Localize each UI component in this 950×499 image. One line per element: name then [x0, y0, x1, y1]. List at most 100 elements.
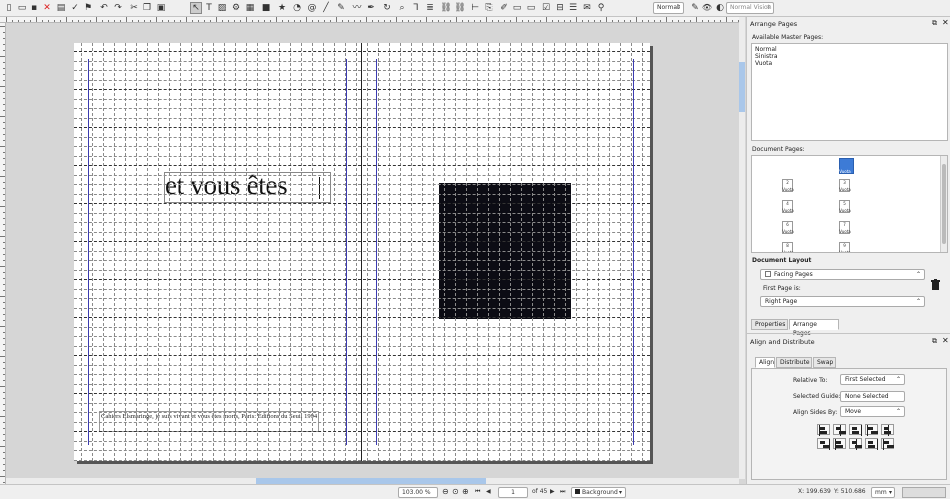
preflight-icon[interactable]: ✓	[69, 2, 81, 14]
pages-scrollbar[interactable]	[940, 156, 947, 252]
open-icon[interactable]: ▭	[16, 2, 28, 14]
pdf-text-annotation-icon[interactable]: ✉	[581, 2, 593, 14]
polygon-icon[interactable]: ★	[276, 2, 288, 14]
float-panel-icon[interactable]: ⧉	[932, 337, 937, 346]
pdf-text-field-icon[interactable]: ▭	[525, 2, 537, 14]
ruler-tick	[558, 20, 559, 22]
align-left-icon[interactable]	[817, 424, 830, 436]
copy-properties-icon[interactable]: ⎘	[483, 2, 495, 14]
relative-to-select[interactable]: First Selected ⌃	[840, 374, 905, 385]
close-icon[interactable]: ✕	[942, 336, 949, 345]
align-top-out-icon[interactable]	[865, 438, 878, 450]
text-frame-icon[interactable]: T	[203, 2, 215, 14]
close-icon[interactable]: ✕	[41, 2, 53, 14]
unlink-frames-icon[interactable]: ⛓	[454, 2, 466, 14]
align-bottom-out-icon[interactable]	[881, 438, 894, 450]
first-page-icon[interactable]: ⏮	[475, 487, 480, 498]
unit-select[interactable]: mm ▾	[871, 487, 895, 498]
master-page-item[interactable]: Vuota	[755, 60, 772, 67]
zoom-field[interactable]: 103.00 %	[398, 487, 438, 498]
zoom-in-icon[interactable]: ⊕	[462, 487, 469, 498]
panel-tab-properties[interactable]: Properties	[751, 319, 788, 330]
align-right-icon[interactable]	[849, 424, 862, 436]
selected-guide-field[interactable]: None Selected	[840, 391, 905, 402]
edit-text-icon[interactable]: Ꞁ	[410, 2, 422, 14]
next-page-icon[interactable]: ▶	[550, 487, 555, 498]
eye-icon[interactable]: 👁	[701, 2, 713, 14]
master-pages-list[interactable]: Normal Sinistra Vuota	[751, 43, 948, 141]
align-sides-select[interactable]: Move ⌃	[840, 406, 905, 417]
trash-icon[interactable]	[931, 279, 940, 290]
last-page-icon[interactable]: ⏭	[560, 487, 565, 498]
align-bottom-icon[interactable]	[817, 438, 830, 450]
pencil-icon[interactable]: ✎	[689, 2, 701, 14]
align-tab-distribute[interactable]: Distribute	[776, 357, 812, 368]
rotate-icon[interactable]: ↻	[381, 2, 393, 14]
ruler-tick	[408, 20, 409, 22]
first-page-label: First Page is:	[763, 285, 801, 292]
pdf-push-button-icon[interactable]: ▭	[511, 2, 523, 14]
chevron-down-icon: ⇕	[675, 4, 681, 11]
cut-icon[interactable]: ✂	[128, 2, 140, 14]
pdf-link-annotation-icon[interactable]: ⚲	[595, 2, 607, 14]
first-page-select[interactable]: Right Page ⌃	[760, 296, 925, 307]
align-center-vertical-icon[interactable]	[881, 424, 894, 436]
zoom-100-icon[interactable]: ⊙	[452, 487, 459, 498]
print-icon[interactable]: ▤	[55, 2, 67, 14]
table-icon[interactable]: ▦	[244, 2, 256, 14]
redo-icon[interactable]: ↷	[112, 2, 124, 14]
master-page-item[interactable]: Normal	[755, 46, 777, 53]
pdf-checkbox-icon[interactable]: ☑	[540, 2, 552, 14]
image-frame-icon[interactable]: ▨	[216, 2, 228, 14]
undo-icon[interactable]: ↶	[98, 2, 110, 14]
panel-tab-arrange-pages[interactable]: Arrange Pages	[789, 319, 839, 337]
align-left-out-icon[interactable]	[833, 438, 846, 450]
vertical-scroll-thumb[interactable]	[739, 62, 745, 112]
copy-icon[interactable]: ❐	[141, 2, 153, 14]
prev-page-icon[interactable]: ◀	[486, 487, 491, 498]
paste-icon[interactable]: ▣	[155, 2, 167, 14]
zoom-out-icon[interactable]: ⊖	[442, 487, 449, 498]
bezier-icon[interactable]: ✎	[335, 2, 347, 14]
pdf-list-box-icon[interactable]: ☰	[567, 2, 579, 14]
zoom-icon[interactable]: ⌕	[396, 2, 408, 14]
ruler-tick	[330, 20, 331, 22]
float-panel-icon[interactable]: ⧉	[932, 19, 937, 28]
story-editor-icon[interactable]: ≣	[424, 2, 436, 14]
vertical-scrollbar[interactable]	[739, 17, 745, 479]
document-pages-view[interactable]: Vuota 2 Vuota 3 Vuota 4 Vuota 5 Vuota 6 Vuota 7 Vuot…	[751, 155, 948, 253]
layer-select[interactable]: Background ▾	[571, 487, 626, 498]
preview-settings-icon[interactable]: ◐	[714, 2, 726, 14]
save-icon[interactable]: ▪	[28, 2, 40, 14]
layout-select[interactable]: Facing Pages ⌃	[760, 269, 925, 280]
layout-value: Facing Pages	[774, 271, 813, 278]
page-number-field[interactable]: 1	[498, 487, 528, 498]
pdf-icon[interactable]: ⚑	[82, 2, 94, 14]
visual-appearance-select[interactable]: Normal Vision ⇕	[726, 2, 774, 14]
align-right-out-icon[interactable]	[849, 438, 862, 450]
spiral-icon[interactable]: @	[306, 2, 318, 14]
align-top-icon[interactable]	[865, 424, 878, 436]
layer-value: Background	[582, 489, 618, 496]
align-tab-align[interactable]: Align	[755, 357, 775, 368]
align-sides-label: Align Sides By:	[793, 409, 838, 416]
link-frames-icon[interactable]: ⛓	[440, 2, 452, 14]
align-tab-swap[interactable]: Swap	[813, 357, 836, 368]
eyedropper-icon[interactable]: ✐	[498, 2, 510, 14]
align-center-horizontal-icon[interactable]	[833, 424, 846, 436]
ruler-tick	[3, 470, 5, 471]
calligraphic-icon[interactable]: ✒	[365, 2, 377, 14]
shape-icon[interactable]: ■	[260, 2, 272, 14]
image-preview-quality-select[interactable]: Normal ⇕	[653, 2, 684, 14]
measure-icon[interactable]: ⊢	[469, 2, 481, 14]
master-page-item[interactable]: Sinistra	[755, 53, 778, 60]
select-icon[interactable]: ↖	[190, 2, 202, 14]
arc-icon[interactable]: ◔	[291, 2, 303, 14]
freehand-icon[interactable]: 〰	[351, 2, 363, 14]
close-icon[interactable]: ✕	[942, 18, 949, 27]
line-icon[interactable]: ╱	[320, 2, 332, 14]
render-frame-icon[interactable]: ⚙	[230, 2, 242, 14]
pages-scroll-thumb[interactable]	[942, 164, 946, 244]
pdf-combo-box-icon[interactable]: ⊟	[554, 2, 566, 14]
new-icon[interactable]: ▯	[3, 2, 15, 14]
